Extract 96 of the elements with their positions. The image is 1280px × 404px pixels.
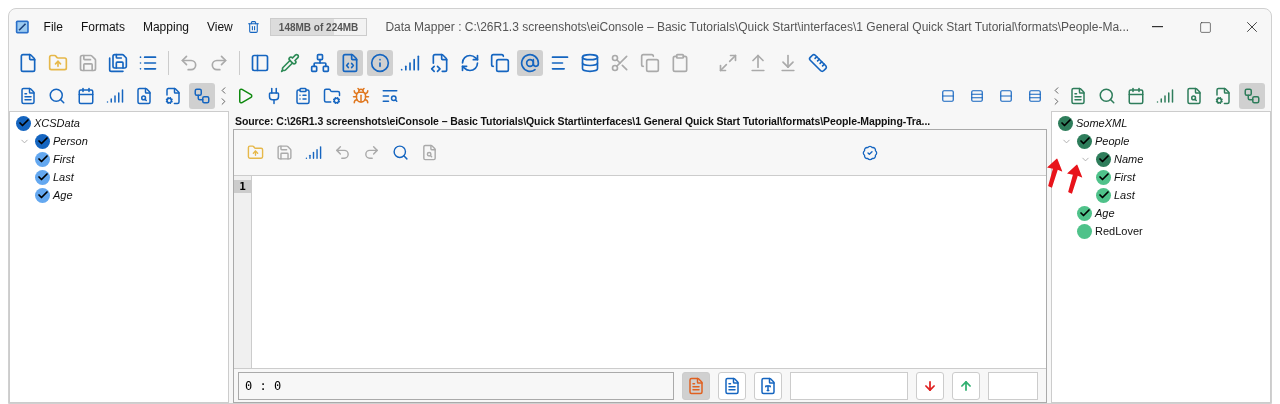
save-icon (78, 53, 98, 73)
memory-text: 148MB of 224MB (278, 21, 359, 33)
copy-pages-icon (490, 53, 510, 73)
html-view-icon (759, 376, 777, 395)
network-icon (310, 53, 330, 73)
ruler-icon (808, 53, 828, 73)
tree-node-label[interactable]: First (1114, 171, 1136, 183)
maximize-icon (1198, 20, 1212, 34)
code-folder-button[interactable] (337, 50, 363, 76)
document-icon (1069, 87, 1087, 105)
file-search-icon (135, 87, 153, 105)
cut-icon (610, 53, 630, 73)
save-as-icon (108, 53, 128, 73)
expand-icon (718, 53, 738, 73)
redo-icon (209, 53, 229, 73)
folder-settings-icon (323, 87, 341, 105)
search-field[interactable] (790, 371, 908, 400)
tree-node-label[interactable]: Name (1114, 153, 1144, 165)
document-icon (19, 87, 37, 105)
code-folder-icon (340, 53, 360, 73)
eyedropper-icon (280, 53, 300, 73)
tree-node-label[interactable]: RedLover (1095, 225, 1143, 237)
line-number: 1 (234, 180, 251, 193)
list-icon (138, 53, 158, 73)
app-logo-icon (15, 18, 30, 36)
tree-icon (193, 87, 211, 105)
tree-node-label[interactable]: Last (53, 171, 74, 183)
split-bottom-icon (1028, 89, 1042, 103)
validate-icon[interactable] (862, 144, 878, 161)
rows-icon (970, 89, 984, 103)
tree-button[interactable] (1239, 83, 1265, 109)
menu-item[interactable]: File (39, 20, 67, 34)
save-icon (275, 144, 293, 161)
lines-icon (550, 53, 570, 73)
calendar-icon (1127, 87, 1145, 105)
tree-icon (1243, 87, 1261, 105)
copy-icon (640, 53, 660, 73)
chart-icon (304, 144, 322, 161)
split-rows-icon (941, 89, 955, 103)
file-settings-icon (1214, 87, 1232, 105)
search-icon (48, 87, 66, 105)
previous-button[interactable] (952, 371, 980, 400)
menu-item[interactable]: View (203, 20, 237, 34)
list-search-icon (381, 87, 399, 105)
chart-icon (400, 53, 420, 73)
bug-icon (352, 87, 370, 105)
paste-icon (670, 53, 690, 73)
at-sign-icon (520, 53, 540, 73)
source-title: Source: C:\26R1.3 screenshots\eiConsole – Basic Tutorials\Quick Start\interfaces\1 General Quick Start Tutorial\formats\People-Mapping-Tra... (234, 114, 932, 129)
next-button[interactable] (916, 371, 944, 400)
tree-node-label[interactable]: Last (1114, 189, 1135, 201)
tree-node-label[interactable]: First (53, 153, 75, 165)
open-folder-icon (48, 53, 68, 73)
open-folder-icon (246, 144, 264, 161)
chart-icon (106, 87, 124, 105)
calendar-icon (77, 87, 95, 105)
document-view-icon (723, 376, 741, 395)
info-button[interactable] (367, 50, 393, 76)
tree-button[interactable] (189, 83, 215, 109)
cursor-position: 0 : 0 (238, 371, 674, 400)
document-view-button[interactable] (718, 371, 746, 400)
text-view-icon (687, 376, 705, 395)
count-field[interactable] (988, 371, 1038, 400)
undo-icon (333, 144, 351, 161)
panel-icon (250, 53, 270, 73)
search-icon (1098, 87, 1116, 105)
window-title: Data Mapper : C:\26R1.3 screenshots\eiConsole – Basic Tutorials\Quick Start\interfaces\1 General Quick Start Tutorial\formats\People-Ma... (385, 20, 1130, 34)
trash-icon[interactable] (246, 19, 260, 35)
move-up-icon (748, 53, 768, 73)
tree-node-label[interactable]: SomeXML (1076, 117, 1128, 129)
undo-icon (179, 53, 199, 73)
code-file-icon (430, 53, 450, 73)
minimize-icon (1152, 26, 1164, 28)
search-icon (391, 144, 409, 161)
file-search-icon (420, 144, 438, 161)
tree-node-label[interactable]: Age (1095, 207, 1115, 219)
redo-icon (362, 144, 380, 161)
chart-icon (1156, 87, 1174, 105)
file-settings-icon (164, 87, 182, 105)
menu-item[interactable]: Formats (76, 20, 129, 34)
clipboard-icon (294, 87, 312, 105)
split-top-icon (999, 89, 1013, 103)
tree-node-label[interactable]: Age (53, 189, 73, 201)
play-icon (236, 87, 254, 105)
info-icon (370, 53, 390, 73)
tree-node-label[interactable]: XCSData (34, 117, 80, 129)
new-file-icon (18, 53, 38, 73)
database-icon (580, 53, 600, 73)
html-view-button[interactable] (754, 371, 782, 400)
tree-node-label[interactable]: People (1095, 135, 1130, 147)
menu-item[interactable]: Mapping (138, 20, 193, 34)
at-sign-button[interactable] (517, 50, 543, 76)
file-search-icon (1185, 87, 1203, 105)
tree-node-label[interactable]: Person (53, 135, 88, 147)
move-down-icon (778, 53, 798, 73)
text-view-button[interactable] (682, 371, 710, 400)
